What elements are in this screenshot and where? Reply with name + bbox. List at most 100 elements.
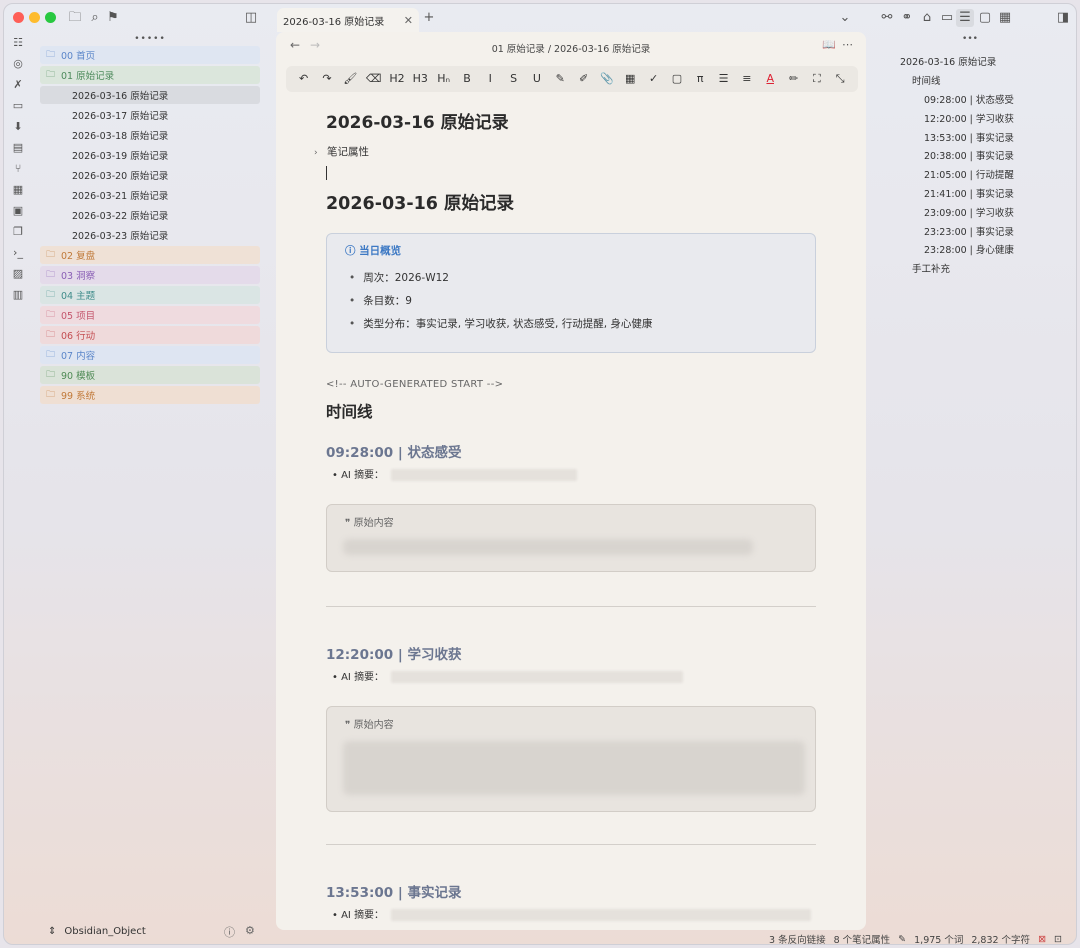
file-item[interactable]: 2026-03-22 原始记录 (40, 206, 260, 224)
folder-item[interactable]: 🗀 99 系统 (40, 386, 260, 404)
tab-active-note[interactable]: 2026-03-16 原始记录 ✕ (277, 8, 419, 32)
heading-2-icon[interactable]: H2 (385, 68, 408, 90)
reading-view-icon[interactable]: 📖 (822, 38, 836, 51)
outline-item-entry[interactable]: 23:09:00 | 学习收获 (924, 205, 1014, 219)
comment-icon[interactable]: ▢ (976, 9, 994, 27)
folder-item[interactable]: 🗀 06 行动 (40, 326, 260, 344)
tab-list-chevron-icon[interactable]: ⌄ (836, 9, 854, 27)
file-item[interactable]: 2026-03-19 原始记录 (40, 146, 260, 164)
archive-icon[interactable]: ▭ (938, 9, 956, 27)
edit-mode-icon[interactable]: ✎ (898, 934, 906, 945)
minimize-window-button[interactable] (29, 12, 40, 23)
file-item[interactable]: 2026-03-16 原始记录 (40, 86, 260, 104)
outline-item-entry[interactable]: 20:38:00 | 事实记录 (924, 148, 1014, 162)
chat-icon[interactable]: ▭ (4, 95, 32, 116)
outline-item-title[interactable]: 2026-03-16 原始记录 (900, 54, 996, 68)
tab-close-icon[interactable]: ✕ (404, 14, 413, 27)
settings-gear-icon[interactable]: ⚙ (245, 924, 255, 940)
eraser-icon[interactable]: ⌫ (362, 68, 385, 90)
calendar-icon[interactable]: ▦ (996, 9, 1014, 27)
attachment-icon[interactable]: 📎 (595, 68, 618, 90)
math-icon[interactable]: π (689, 68, 712, 90)
terminal-icon[interactable]: ›_ (4, 242, 32, 263)
note-properties-toggle[interactable]: › 笔记属性 (314, 144, 369, 159)
folder-item[interactable]: 🗀 90 模板 (40, 366, 260, 384)
more-options-icon[interactable]: ⋯ (842, 38, 853, 51)
breadcrumb[interactable]: 01 原始记录 / 2026-03-16 原始记录 (276, 41, 866, 55)
outline-item-entry[interactable]: 23:28:00 | 身心健康 (924, 242, 1014, 256)
edit-icon[interactable]: ✐ (572, 68, 595, 90)
backlinks-count[interactable]: 3 条反向链接 (769, 932, 826, 944)
table-icon[interactable]: ▦ (619, 68, 642, 90)
explorer-grip[interactable]: ••••• (40, 32, 260, 46)
file-item[interactable]: 2026-03-17 原始记录 (40, 106, 260, 124)
file-item[interactable]: 2026-03-20 原始记录 (40, 166, 260, 184)
folder-item[interactable]: 🗀 05 项目 (40, 306, 260, 324)
format-painter-icon[interactable]: 🖌 (339, 68, 362, 90)
highlight-icon[interactable]: ✏ (782, 68, 805, 90)
sidebar-toggle-icon[interactable]: ◫ (242, 9, 260, 27)
sync-status-icon[interactable]: ⊠ (1038, 934, 1046, 945)
undo-icon[interactable]: ↶ (292, 68, 315, 90)
graph-icon[interactable]: ⚯ (878, 9, 896, 27)
collapse-icon[interactable]: ⤡ (829, 68, 852, 90)
outline-item-entry[interactable]: 21:41:00 | 事实记录 (924, 186, 1014, 200)
bold-icon[interactable]: B (455, 68, 478, 90)
import-icon[interactable]: ⬇ (4, 116, 32, 137)
checkbox-icon[interactable]: ✓ (642, 68, 665, 90)
daily-note-icon[interactable]: ▣ (4, 200, 32, 221)
folder-item[interactable]: 🗀 07 内容 (40, 346, 260, 364)
vault-switcher[interactable]: ⇕ Obsidian_Object (48, 926, 146, 937)
outline-grip[interactable]: ••• (870, 32, 1070, 46)
bullet-list-icon[interactable]: ☰ (712, 68, 735, 90)
file-item[interactable]: 2026-03-23 原始记录 (40, 226, 260, 244)
folder-icon[interactable]: 🗀 (66, 9, 84, 27)
fullscreen-icon[interactable]: ⛶ (805, 68, 828, 90)
strikethrough-icon[interactable]: S (502, 68, 525, 90)
properties-count[interactable]: 8 个笔记属性 (834, 932, 891, 944)
search-icon[interactable]: ⌕ (86, 9, 104, 27)
file-item[interactable]: 2026-03-21 原始记录 (40, 186, 260, 204)
highlight-pen-icon[interactable]: ✎ (549, 68, 572, 90)
template-icon[interactable]: ▥ (4, 284, 32, 305)
dashboard-icon[interactable]: ☷ (4, 32, 32, 53)
folder-item[interactable]: 🗀 03 洞察 (40, 266, 260, 284)
local-graph-icon[interactable]: ⚭ (898, 9, 916, 27)
italic-icon[interactable]: I (479, 68, 502, 90)
document-icon[interactable]: ▤ (4, 137, 32, 158)
outline-icon[interactable]: ☰ (956, 9, 974, 27)
callout-icon[interactable]: ▢ (665, 68, 688, 90)
copy-icon[interactable]: ❐ (4, 221, 32, 242)
outline-item-entry[interactable]: 12:20:00 | 学习收获 (924, 111, 1014, 125)
file-item[interactable]: 2026-03-18 原始记录 (40, 126, 260, 144)
redo-icon[interactable]: ↷ (315, 68, 338, 90)
folder-item[interactable]: 🗀 02 复盘 (40, 246, 260, 264)
inline-title[interactable]: 2026-03-16 原始记录 (326, 108, 509, 133)
git-icon[interactable]: ⑂ (4, 158, 32, 179)
outline-item-entry[interactable]: 21:05:00 | 行动提醒 (924, 167, 1014, 181)
outline-item-entry[interactable]: 09:28:00 | 状态感受 (924, 92, 1014, 106)
font-color-icon[interactable]: A (759, 68, 782, 90)
graph-view-icon[interactable]: ◎ (4, 53, 32, 74)
bookmark-icon[interactable]: ⚑ (104, 9, 122, 27)
outline-item-section[interactable]: 时间线 (912, 73, 941, 87)
outline-item-entry[interactable]: 13:53:00 | 事实记录 (924, 130, 1014, 144)
help-icon[interactable]: ⓘ (224, 924, 235, 940)
new-tab-button[interactable]: + (420, 9, 438, 27)
folder-item[interactable]: 🗀 04 主题 (40, 286, 260, 304)
folder-item[interactable]: 🗀 01 原始记录 (40, 66, 260, 84)
outline-item-entry[interactable]: 23:23:00 | 事实记录 (924, 224, 1014, 238)
outline-item-manual[interactable]: 手工补充 (912, 261, 950, 275)
grid-icon[interactable]: ▦ (4, 179, 32, 200)
folder-item[interactable]: 🗀 00 首页 (40, 46, 260, 64)
close-window-button[interactable] (13, 12, 24, 23)
underline-icon[interactable]: U (525, 68, 548, 90)
plugin-icon[interactable]: ✗ (4, 74, 32, 95)
tag-icon[interactable]: ⌂ (918, 9, 936, 27)
right-sidebar-toggle-icon[interactable]: ◨ (1054, 9, 1072, 27)
maximize-window-button[interactable] (45, 12, 56, 23)
canvas-icon[interactable]: ▨ (4, 263, 32, 284)
heading-3-icon[interactable]: H3 (409, 68, 432, 90)
align-icon[interactable]: ≡ (735, 68, 758, 90)
lock-icon[interactable]: ⊡ (1054, 934, 1062, 945)
